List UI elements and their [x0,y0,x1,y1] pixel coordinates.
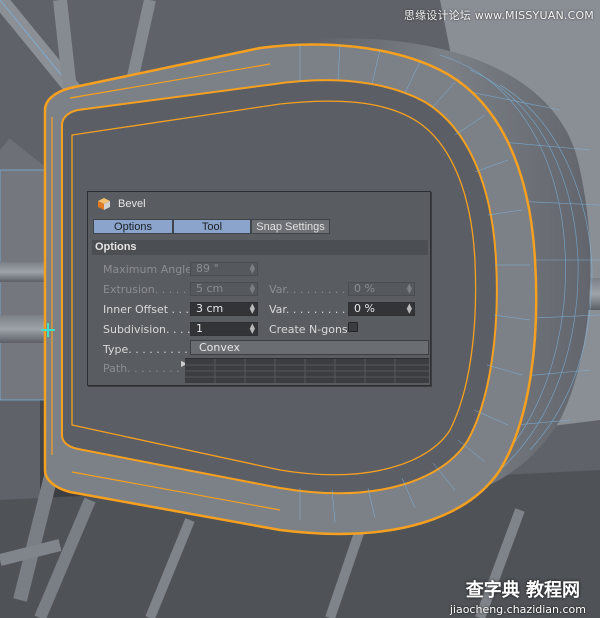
spinner-arrows-icon[interactable]: ▲ ▼ [250,303,255,315]
spinner-arrows-icon[interactable]: ▲ ▼ [250,323,255,335]
inner-offset-var-value: 0 % [354,302,375,315]
extrusion-var-value: 0 % [354,282,375,295]
panel-title-bar[interactable]: Bevel [88,192,430,216]
path-label: Path. . . . . . . . [103,362,180,375]
extrusion-value: 5 cm [196,282,224,295]
subdivision-label: Subdivision. . . . [103,323,191,336]
extrusion-var-label: Var. . . . . . . . . [269,283,346,296]
maximum-angle-field: 89 ° ▲ ▼ [190,262,258,276]
create-ngons-checkbox[interactable] [348,322,358,332]
bevel-cube-icon [98,198,110,210]
spinner-arrows-icon: ▲ ▼ [406,282,412,295]
subdivision-field[interactable]: 1 ▲ ▼ [190,322,258,336]
tab-tool[interactable]: Tool [173,219,251,234]
watermark-logo: 查字典 教程网 [465,580,580,601]
tab-snap-settings[interactable]: Snap Settings [251,219,330,234]
section-title: Options [95,241,137,253]
inner-offset-var-label: Var. . . . . . . . . [269,303,346,316]
spinner-arrows-icon: ▲ ▼ [249,262,255,275]
extrusion-field: 5 cm ▲ ▼ [190,282,258,296]
extrusion-var-field: 0 % ▲ ▼ [348,282,415,296]
maximum-angle-value: 89 ° [196,262,219,275]
path-spline-area [185,358,429,383]
inner-offset-label: Inner Offset . . . [103,303,190,316]
maximum-angle-label: Maximum Angle [103,263,192,276]
tab-options[interactable]: Options [93,219,173,234]
spinner-arrows-icon: ▲ ▼ [249,282,255,295]
type-label: Type. . . . . . . . . [103,343,188,356]
spinner-arrows-icon[interactable]: ▲ ▼ [407,303,412,315]
panel-title: Bevel [118,198,146,210]
extrusion-label: Extrusion. . . . . . [103,283,194,296]
type-dropdown[interactable]: Convex [190,340,429,355]
options-section-header: Options [92,240,428,255]
watermark-top: 思缘设计论坛 www.MISSYUAN.COM [403,9,594,22]
inner-offset-value: 3 cm [196,302,224,315]
watermark-url: jiaocheng.chazidian.com [449,603,586,616]
subdivision-value: 1 [196,322,203,335]
inner-offset-field[interactable]: 3 cm ▲ ▼ [190,302,258,316]
inner-offset-var-field[interactable]: 0 % ▲ ▼ [348,302,415,316]
create-ngons-label: Create N-gons [269,323,348,336]
